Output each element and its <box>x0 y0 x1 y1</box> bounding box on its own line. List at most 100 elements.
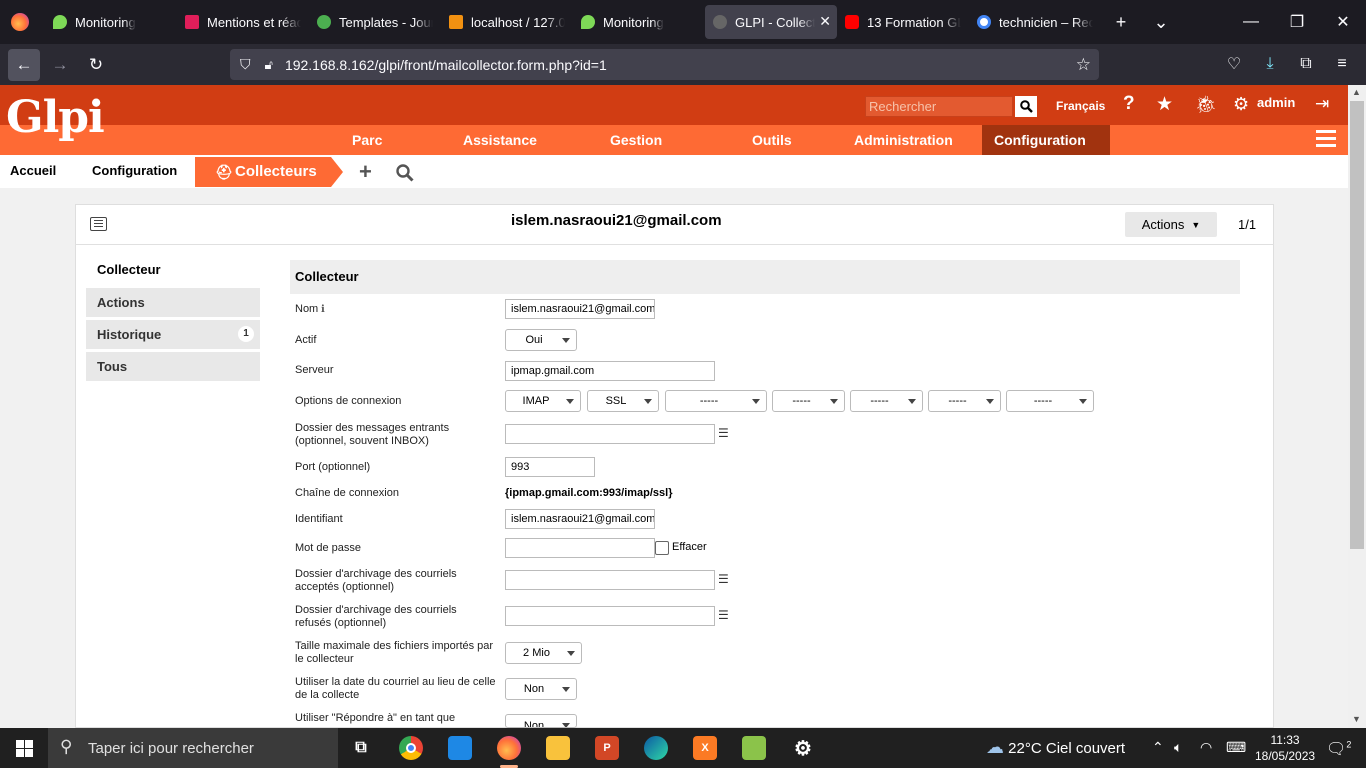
connection-option-select[interactable]: ----- <box>928 390 1001 412</box>
folder-list-icon[interactable]: ☰ <box>718 426 729 440</box>
menu-administration[interactable]: Administration <box>842 125 965 155</box>
clock[interactable]: 11:33 18/05/2023 <box>1255 732 1315 764</box>
tab-collecteur[interactable]: Collecteur <box>86 255 260 284</box>
global-search-input[interactable]: Rechercher <box>865 96 1013 117</box>
url-bar[interactable]: ⛉ 🔓︎ 192.168.8.162/glpi/front/mailcollec… <box>230 49 1099 80</box>
shield-icon[interactable]: ⛉ <box>240 56 251 73</box>
star-icon[interactable]: ★ <box>1156 93 1173 116</box>
reply-to-select[interactable]: Non <box>505 714 577 728</box>
weather-widget[interactable]: ☁ 22°C Ciel couvert <box>986 737 1125 758</box>
browser-tab[interactable]: Monitoring <box>573 5 705 39</box>
xampp-icon[interactable]: X <box>693 736 717 760</box>
menu-icon[interactable]: ≡ <box>1324 48 1360 80</box>
url-text[interactable]: 192.168.8.162/glpi/front/mailcollector.f… <box>285 57 607 73</box>
scroll-up-icon[interactable]: ▲ <box>1352 87 1361 97</box>
edge-icon[interactable] <box>644 736 668 760</box>
breadcrumb-home[interactable]: Accueil <box>10 163 56 178</box>
bookmark-star-icon[interactable]: ☆ <box>1076 55 1091 75</box>
browser-tab[interactable]: 13 Formation GLPI <box>837 5 969 39</box>
close-tab-icon[interactable]: ✕ <box>819 13 831 30</box>
notification-icon[interactable]: 🗨︎2 <box>1326 739 1351 759</box>
connection-option-select[interactable]: ----- <box>1006 390 1094 412</box>
back-button[interactable]: ← <box>8 48 40 81</box>
search-list-icon[interactable] <box>396 162 414 188</box>
security-select[interactable]: SSL <box>587 390 659 412</box>
task-view-icon[interactable]: ⧉ <box>349 736 373 760</box>
protocol-select[interactable]: IMAP <box>505 390 581 412</box>
vertical-scrollbar[interactable]: ▲ ▼ <box>1348 85 1366 728</box>
powerpoint-icon[interactable]: P <box>595 736 619 760</box>
chevron-up-icon[interactable]: ⌃ <box>1152 739 1164 756</box>
store-icon[interactable] <box>448 736 472 760</box>
browser-tab[interactable]: localhost / 127.0. <box>441 5 573 39</box>
settings-icon[interactable]: ⚙ <box>791 736 815 760</box>
download-icon[interactable]: ⤓ <box>1252 48 1288 80</box>
minimize-icon[interactable]: — <box>1228 0 1274 44</box>
browser-tab[interactable]: Monitoring <box>45 5 177 39</box>
scrollbar-thumb[interactable] <box>1350 101 1364 549</box>
tab-historique[interactable]: Historique 1 <box>86 320 260 349</box>
folder-list-icon[interactable]: ☰ <box>718 572 729 586</box>
accepted-folder-input[interactable] <box>505 570 715 590</box>
lock-icon[interactable]: 🔓︎ <box>265 57 273 73</box>
active-select[interactable]: Oui <box>505 329 577 351</box>
hamburger-menu-icon[interactable] <box>1316 130 1336 148</box>
password-input[interactable] <box>505 538 655 558</box>
gear-icon[interactable]: ⚙ <box>1233 94 1249 115</box>
tab-actions[interactable]: Actions <box>86 288 260 317</box>
folder-list-icon[interactable]: ☰ <box>718 608 729 622</box>
file-explorer-icon[interactable] <box>546 736 570 760</box>
firefox-icon[interactable] <box>0 0 40 44</box>
taskbar-search-input[interactable]: ⚲ Taper ici pour rechercher <box>48 728 338 768</box>
firefox-taskbar-icon[interactable] <box>497 736 521 760</box>
list-icon[interactable] <box>90 217 107 231</box>
info-icon[interactable]: ℹ <box>318 304 325 315</box>
browser-tab[interactable]: Templates - Journ <box>309 5 441 39</box>
search-icon[interactable] <box>1015 96 1037 117</box>
glpi-logo[interactable]: Glpi <box>6 96 105 140</box>
breadcrumb-collecteurs[interactable]: ⛑︎ Collecteurs <box>195 157 343 187</box>
refused-folder-input[interactable] <box>505 606 715 626</box>
tab-tous[interactable]: Tous <box>86 352 260 381</box>
notepad-icon[interactable] <box>742 736 766 760</box>
add-icon[interactable]: + <box>359 159 372 185</box>
windows-start-icon[interactable] <box>0 728 48 768</box>
wifi-icon[interactable]: ◠ <box>1200 739 1212 756</box>
browser-tab-active[interactable]: GLPI - Collecte ✕ <box>705 5 837 39</box>
volume-icon[interactable]: 🔈︎ <box>1174 739 1182 756</box>
menu-configuration[interactable]: Configuration <box>982 125 1110 155</box>
extensions-icon[interactable]: ⧉ <box>1288 48 1324 80</box>
scroll-down-icon[interactable]: ▼ <box>1352 714 1361 724</box>
connection-option-select[interactable]: ----- <box>772 390 845 412</box>
forward-button[interactable]: → <box>44 49 76 81</box>
help-icon[interactable]: ? <box>1123 93 1135 115</box>
clear-password-checkbox[interactable] <box>655 541 669 555</box>
keyboard-icon[interactable]: ⌨ <box>1226 739 1246 756</box>
browser-tab[interactable]: technicien – Rech <box>969 5 1101 39</box>
port-input[interactable]: 993 <box>505 457 595 477</box>
connection-option-select[interactable]: ----- <box>850 390 923 412</box>
menu-parc[interactable]: Parc <box>340 125 394 155</box>
login-input[interactable]: islem.nasraoui21@gmail.com <box>505 509 655 529</box>
logout-icon[interactable]: ⇥ <box>1315 94 1329 114</box>
restore-icon[interactable]: ❐ <box>1274 0 1320 44</box>
connection-option-select[interactable]: ----- <box>665 390 767 412</box>
name-input[interactable]: islem.nasraoui21@gmail.com <box>505 299 655 319</box>
browser-tab[interactable]: Mentions et réacti <box>177 5 309 39</box>
user-menu[interactable]: admin <box>1257 95 1295 110</box>
breadcrumb-configuration[interactable]: Configuration <box>92 163 177 178</box>
inbox-folder-input[interactable] <box>505 424 715 444</box>
actions-button[interactable]: Actions ▼ <box>1125 212 1217 237</box>
reload-button[interactable]: ↻ <box>80 49 112 81</box>
new-tab-button[interactable]: + <box>1101 0 1141 44</box>
use-mail-date-select[interactable]: Non <box>505 678 577 700</box>
menu-outils[interactable]: Outils <box>740 125 804 155</box>
close-window-icon[interactable]: ✕ <box>1320 0 1366 44</box>
bug-icon[interactable]: 🐞︎ <box>1195 95 1217 115</box>
language-link[interactable]: Français <box>1056 99 1105 113</box>
menu-assistance[interactable]: Assistance <box>451 125 549 155</box>
tab-list-button[interactable]: ⌄ <box>1141 0 1181 44</box>
pocket-icon[interactable]: ♡ <box>1216 48 1252 80</box>
chrome-icon[interactable] <box>399 736 423 760</box>
menu-gestion[interactable]: Gestion <box>598 125 674 155</box>
